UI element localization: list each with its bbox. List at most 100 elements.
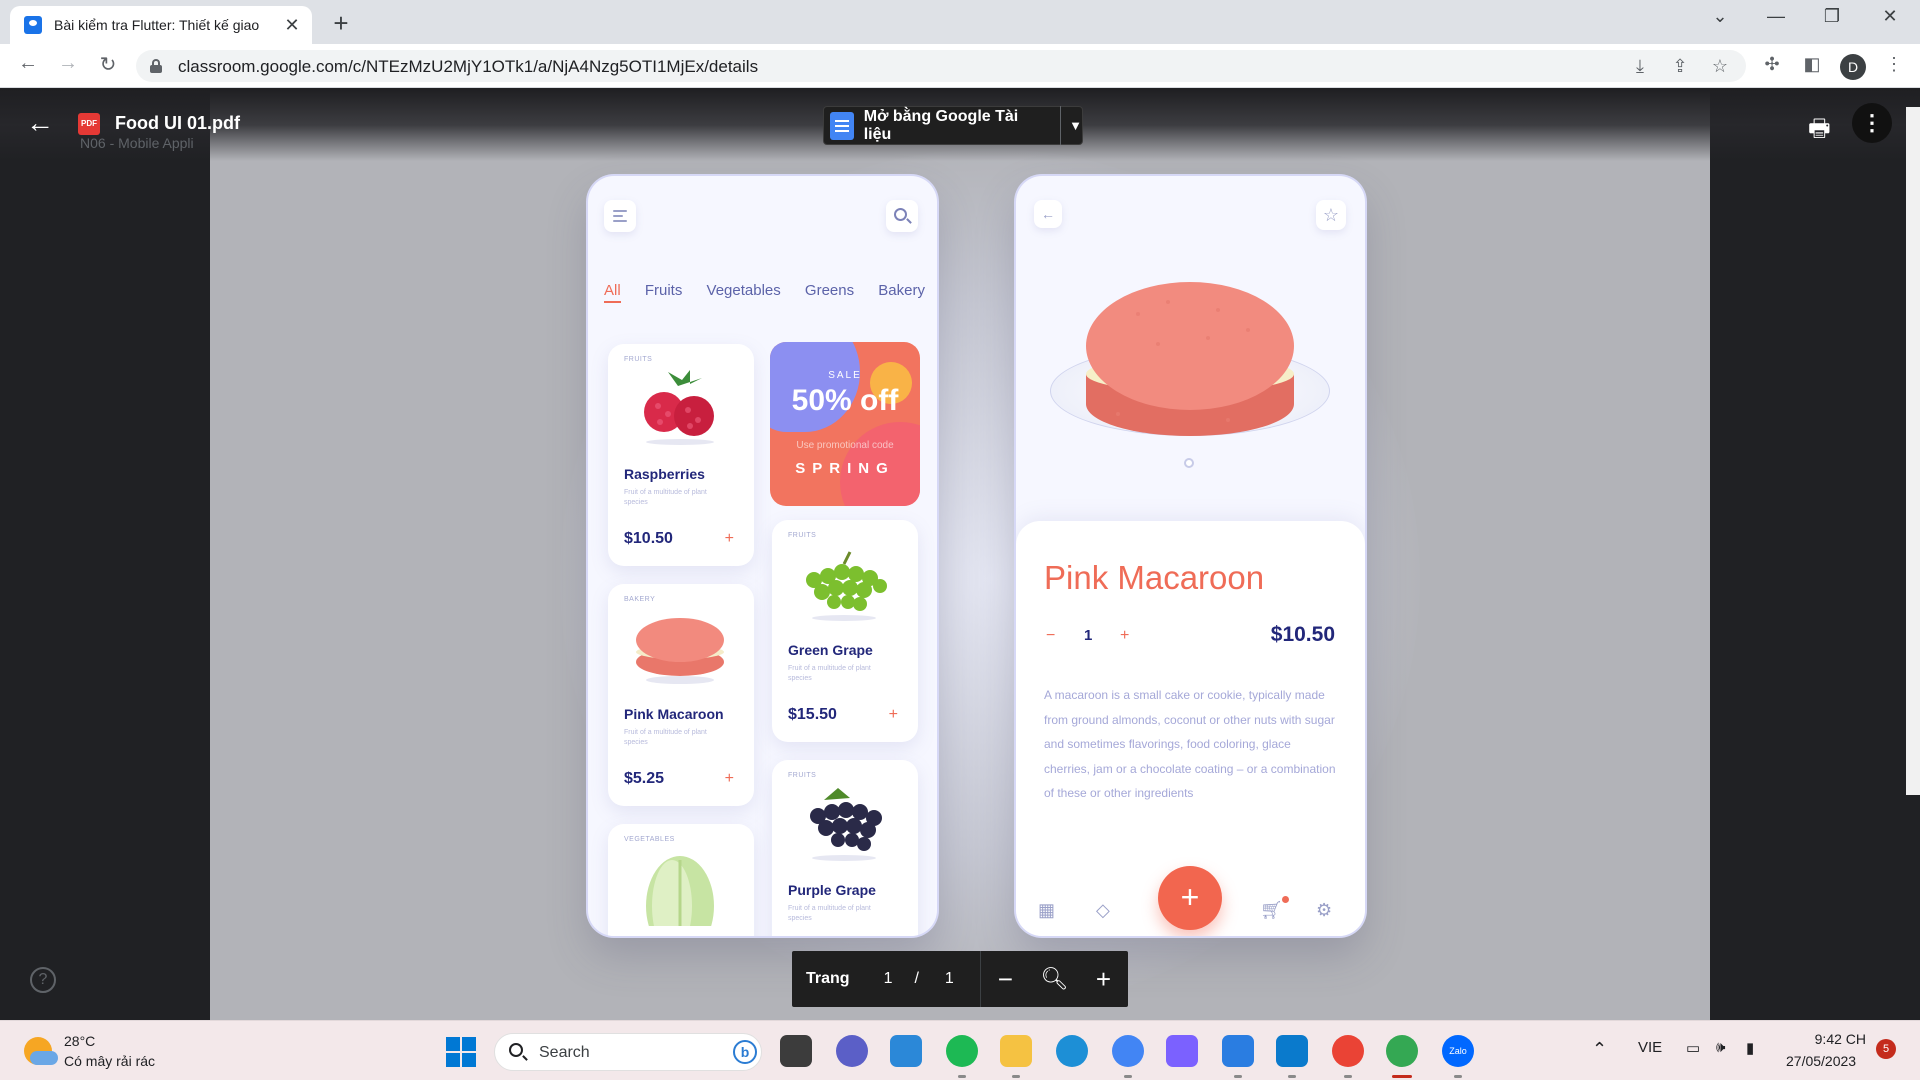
more-options-icon[interactable]: ⋮ bbox=[1852, 103, 1892, 143]
cart-icon[interactable]: 🛒︎ bbox=[1260, 900, 1283, 921]
product-card[interactable]: BAKERY Pink Macaroon Fruit of a multitud… bbox=[608, 584, 754, 806]
quantity-decrease-button[interactable]: − bbox=[1046, 627, 1055, 645]
minimize-button[interactable]: — bbox=[1756, 6, 1796, 27]
cart-badge bbox=[1282, 896, 1289, 903]
chrome-dev-icon[interactable] bbox=[1112, 1035, 1144, 1067]
pdf-viewer: All Fruits Vegetables Greens Bakery FRUI… bbox=[0, 89, 1920, 1020]
windows-start-icon[interactable] bbox=[446, 1037, 476, 1067]
clock-date[interactable]: 27/05/2023 bbox=[1786, 1053, 1856, 1069]
zoom-icon[interactable]: 🔍︎ bbox=[1030, 966, 1079, 992]
sale-headline: 50% off bbox=[791, 384, 899, 417]
total-pages: 1 bbox=[944, 970, 954, 987]
install-icon[interactable]: ⤓ bbox=[1628, 56, 1652, 77]
bing-icon[interactable]: b bbox=[733, 1040, 757, 1064]
page-scrollbar[interactable] bbox=[1906, 107, 1920, 795]
divider bbox=[1060, 106, 1062, 145]
tag-icon[interactable]: ◇ bbox=[1096, 900, 1110, 921]
browser-tab[interactable]: Bài kiểm tra Flutter: Thiết kế giao ✕ bbox=[10, 6, 312, 44]
battery-icon[interactable]: ▮ bbox=[1746, 1039, 1754, 1057]
share-icon[interactable]: ⇪ bbox=[1668, 56, 1692, 77]
grid-icon[interactable]: ▦ bbox=[1038, 900, 1055, 921]
quantity-increase-button[interactable]: + bbox=[1120, 627, 1129, 645]
url-text[interactable]: classroom.google.com/c/NTEzMzU2MjY1OTk1/… bbox=[178, 57, 758, 77]
tab-greens[interactable]: Greens bbox=[805, 282, 854, 299]
chevron-down-icon[interactable]: ▼ bbox=[1069, 118, 1082, 133]
volume-icon[interactable]: 🕪︎ bbox=[1716, 1039, 1725, 1056]
file-explorer-icon[interactable] bbox=[1000, 1035, 1032, 1067]
add-to-cart-button[interactable]: + bbox=[889, 706, 898, 724]
todo-icon[interactable] bbox=[890, 1035, 922, 1067]
extensions-icon[interactable]: ✣ bbox=[1758, 54, 1786, 75]
new-tab-button[interactable]: + bbox=[326, 8, 356, 39]
restore-button[interactable]: ❐ bbox=[1812, 6, 1852, 27]
address-bar[interactable]: classroom.google.com/c/NTEzMzU2MjY1OTk1/… bbox=[136, 50, 1746, 82]
tab-bakery[interactable]: Bakery bbox=[878, 282, 925, 299]
tab-vegetables[interactable]: Vegetables bbox=[707, 282, 781, 299]
page-label: Trang bbox=[806, 970, 850, 987]
print-icon[interactable]: 🖶︎ bbox=[1808, 111, 1831, 152]
tab-fruits[interactable]: Fruits bbox=[645, 282, 683, 299]
forward-arrow-icon[interactable]: → bbox=[54, 52, 82, 75]
raspberries-image bbox=[644, 370, 714, 445]
chrome-menu-icon[interactable]: ⋮ bbox=[1880, 54, 1908, 75]
product-card[interactable]: FRUITS Green Grape Fruit of a multitude … bbox=[772, 520, 918, 742]
back-button[interactable]: ← bbox=[1034, 200, 1062, 228]
open-with-docs-button[interactable]: Mở bằng Google Tài liệu ▼ bbox=[823, 106, 1083, 145]
menu-button[interactable] bbox=[604, 200, 636, 232]
reload-icon[interactable]: ↻ bbox=[94, 52, 122, 77]
product-desc: Fruit of a multitude of plant species bbox=[624, 489, 707, 506]
weather-description[interactable]: Có mây rải rác bbox=[64, 1053, 155, 1069]
edge-icon[interactable] bbox=[1056, 1035, 1088, 1067]
teams-icon[interactable] bbox=[836, 1035, 868, 1067]
tab-close-icon[interactable]: ✕ bbox=[282, 15, 302, 36]
chrome-profile-icon[interactable] bbox=[1386, 1035, 1418, 1067]
product-card[interactable]: VEGETABLES bbox=[608, 824, 754, 936]
zoom-out-button[interactable]: − bbox=[981, 964, 1030, 995]
tab-search-icon[interactable]: ⌄ bbox=[1700, 6, 1740, 27]
product-card[interactable]: FRUITS Purple Grape Fruit of a multitude… bbox=[772, 760, 918, 936]
search-button[interactable] bbox=[886, 200, 918, 232]
lock-icon[interactable] bbox=[150, 59, 162, 73]
add-to-cart-button[interactable]: + bbox=[725, 770, 734, 788]
tab-all[interactable]: All bbox=[604, 282, 621, 303]
notepad-icon[interactable] bbox=[1222, 1035, 1254, 1067]
zalo-icon[interactable]: Zalo bbox=[1442, 1035, 1474, 1067]
profile-avatar[interactable]: D bbox=[1840, 54, 1866, 80]
language-indicator[interactable]: VIE bbox=[1638, 1039, 1662, 1056]
copilot-icon[interactable] bbox=[1166, 1035, 1198, 1067]
active-indicator bbox=[1392, 1075, 1412, 1078]
spotify-icon[interactable] bbox=[946, 1035, 978, 1067]
sale-banner[interactable]: SALE 50% off Use promotional code SPRING bbox=[770, 342, 920, 506]
product-desc: Fruit of a multitude of plant species bbox=[624, 729, 707, 746]
favorite-button[interactable]: ☆ bbox=[1316, 200, 1346, 230]
product-title: Pink Macaroon bbox=[1044, 559, 1265, 596]
chevron-up-icon[interactable]: ⌃ bbox=[1592, 1039, 1607, 1060]
notification-badge[interactable]: 5 bbox=[1876, 1039, 1896, 1059]
network-icon[interactable]: ▭ bbox=[1686, 1039, 1700, 1057]
product-category: FRUITS bbox=[788, 772, 817, 779]
sale-promo-text: Use promotional code bbox=[796, 440, 894, 451]
carousel-dot[interactable] bbox=[1184, 458, 1194, 468]
add-to-cart-fab[interactable]: + bbox=[1158, 866, 1222, 930]
file-manager-icon[interactable] bbox=[780, 1035, 812, 1067]
close-window-button[interactable]: ✕ bbox=[1870, 6, 1910, 27]
weather-temperature[interactable]: 28°C bbox=[64, 1033, 95, 1049]
vscode-icon[interactable] bbox=[1276, 1035, 1308, 1067]
clock-time[interactable]: 9:42 CH bbox=[1802, 1031, 1866, 1047]
current-page-input[interactable]: 1 bbox=[884, 970, 893, 988]
add-to-cart-button[interactable]: + bbox=[725, 530, 734, 548]
zoom-in-button[interactable]: + bbox=[1079, 964, 1128, 995]
menu-icon bbox=[613, 210, 627, 222]
back-arrow-icon[interactable]: ← bbox=[14, 52, 42, 75]
taskbar-search[interactable]: Search b bbox=[494, 1033, 762, 1071]
side-panel-icon[interactable]: ◧ bbox=[1798, 54, 1826, 75]
product-price: $10.50 bbox=[624, 530, 673, 547]
help-button[interactable]: ? bbox=[30, 967, 56, 993]
back-arrow-icon[interactable]: ← bbox=[26, 107, 54, 139]
product-price: $10.50 bbox=[1270, 623, 1335, 646]
green-grape-image bbox=[806, 551, 887, 621]
gear-icon[interactable]: ⚙ bbox=[1316, 900, 1332, 921]
product-card[interactable]: FRUITS Raspberries Fruit of a multitude … bbox=[608, 344, 754, 566]
chrome-icon[interactable] bbox=[1332, 1035, 1364, 1067]
bookmark-star-icon[interactable]: ☆ bbox=[1708, 56, 1732, 77]
